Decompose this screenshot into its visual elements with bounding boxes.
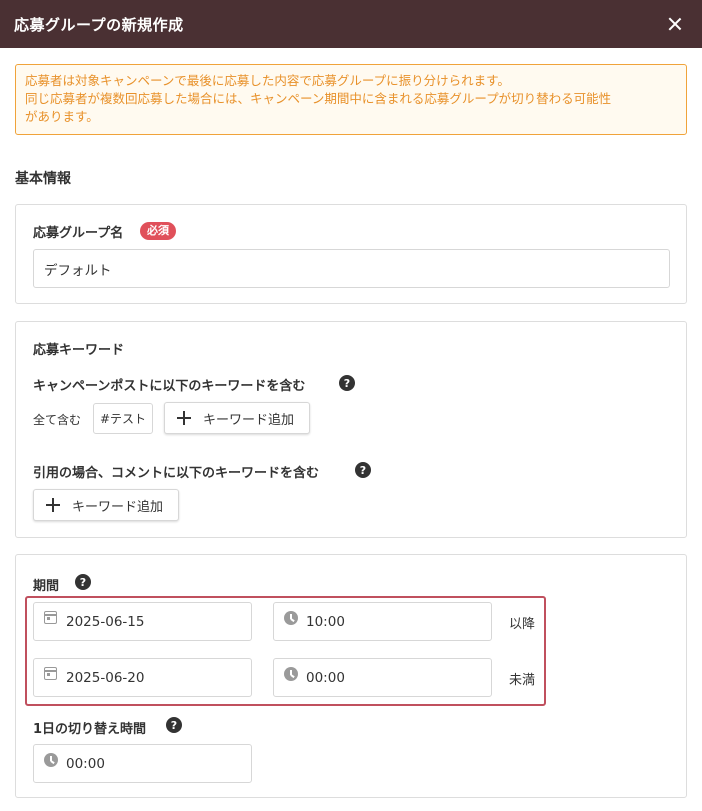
switch-time-value: 00:00 (66, 755, 105, 772)
clock-icon (284, 611, 298, 625)
period-label: 期間 (33, 579, 60, 594)
period-help-icon[interactable]: ? (75, 574, 91, 590)
dialog-title: 応募グループの新規作成 (14, 15, 184, 34)
create-group-dialog: 応募グループの新規作成 応募者は対象キャンペーンで最後に応募した内容で応募グルー… (0, 0, 702, 811)
end-date-input[interactable]: 2025-06-20 (33, 658, 252, 697)
group-name-card: 応募グループ名 必須 デフォルト (15, 204, 687, 304)
end-time-input[interactable]: 00:00 (273, 658, 492, 697)
add-keyword-button-label: キーワード追加 (203, 412, 295, 428)
notice-line-2: 同じ応募者が複数回応募した場合には、キャンペーン期間中に含まれる応募グループが切… (25, 91, 612, 106)
clock-icon (284, 667, 298, 681)
add-keyword-button[interactable]: キーワード追加 (164, 402, 310, 434)
switch-time-input[interactable]: 00:00 (33, 744, 252, 783)
switch-time-label: 1日の切り替え時間 (33, 722, 147, 737)
notice-line-1: 応募者は対象キャンペーンで最後に応募した内容で応募グループに振り分けられます。 (25, 73, 510, 88)
clock-icon (44, 753, 58, 767)
end-time-value: 00:00 (306, 669, 345, 686)
quote-keywords-help-icon[interactable]: ? (355, 462, 371, 478)
plus-icon (46, 498, 60, 512)
group-name-label: 応募グループ名 (33, 226, 124, 241)
period-card: 期間 ? 2025-06-15 10:00 以降 2025-06-20 00:0… (15, 554, 687, 798)
match-mode-text: 全て含む (33, 413, 82, 427)
start-date-input[interactable]: 2025-06-15 (33, 602, 252, 641)
end-date-value: 2025-06-20 (66, 669, 145, 686)
post-keywords-help-icon[interactable]: ? (339, 375, 355, 391)
end-suffix: 未満 (509, 673, 536, 688)
calendar-icon (44, 667, 57, 680)
switch-time-help-icon[interactable]: ? (166, 717, 182, 733)
dialog-header: 応募グループの新規作成 (0, 0, 702, 48)
notice-line-3: があります。 (25, 109, 99, 124)
close-icon[interactable] (664, 13, 686, 35)
notice-box: 応募者は対象キャンペーンで最後に応募した内容で応募グループに振り分けられます。 … (15, 64, 687, 135)
start-time-value: 10:00 (306, 613, 345, 630)
keyword-tag[interactable]: #テスト (93, 403, 153, 434)
calendar-icon (44, 611, 57, 624)
start-date-value: 2025-06-15 (66, 613, 145, 630)
add-quote-keyword-button-label: キーワード追加 (72, 499, 164, 515)
group-name-input[interactable]: デフォルト (33, 249, 670, 288)
add-quote-keyword-button[interactable]: キーワード追加 (33, 489, 179, 521)
post-keywords-label: キャンペーンポストに以下のキーワードを含む (33, 379, 306, 394)
section-title-basic-info: 基本情報 (15, 171, 71, 187)
keywords-card: 応募キーワード キャンペーンポストに以下のキーワードを含む ? 全て含む #テス… (15, 321, 687, 538)
start-time-input[interactable]: 10:00 (273, 602, 492, 641)
quote-keywords-label: 引用の場合、コメントに以下のキーワードを含む (33, 466, 320, 481)
required-badge: 必須 (140, 222, 176, 240)
start-suffix: 以降 (509, 617, 536, 632)
plus-icon (177, 411, 191, 425)
keywords-title: 応募キーワード (33, 343, 125, 358)
